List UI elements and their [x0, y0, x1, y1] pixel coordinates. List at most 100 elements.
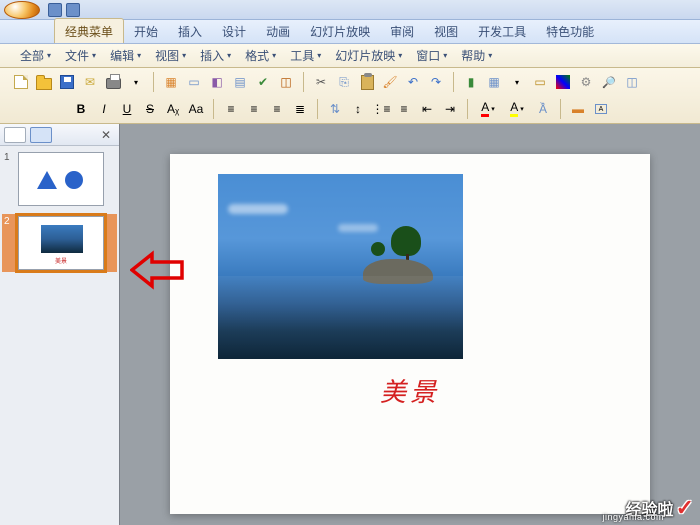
- picture-icon: ▭: [534, 75, 545, 89]
- theme-button[interactable]: ◫: [621, 71, 643, 93]
- highlight-button[interactable]: A▾: [503, 98, 531, 120]
- office-button[interactable]: [4, 1, 40, 19]
- colors-button[interactable]: [552, 71, 574, 93]
- font-color-button[interactable]: A▾: [474, 98, 502, 120]
- bullets-button[interactable]: ⋮≡: [370, 98, 392, 120]
- new-slide-button[interactable]: ▤: [229, 71, 251, 93]
- menu-format[interactable]: 格式▾: [239, 44, 282, 67]
- menu-all[interactable]: 全部▾: [14, 44, 57, 67]
- slide-canvas-area[interactable]: 美景: [120, 124, 700, 525]
- workspace: ✕ 1 2 美景: [0, 124, 700, 525]
- menu-tools[interactable]: 工具▾: [284, 44, 327, 67]
- layout-button[interactable]: ▦: [160, 71, 182, 93]
- title-bar: [0, 0, 700, 20]
- line-spacing-button[interactable]: ↕: [347, 98, 369, 120]
- line-spacing-icon: ↕: [355, 102, 361, 116]
- tab-special[interactable]: 特色功能: [536, 19, 604, 43]
- numbering-icon: ≡: [400, 102, 407, 116]
- text-direction-button[interactable]: ⇅: [324, 98, 346, 120]
- tab-slideshow[interactable]: 幻灯片放映: [300, 19, 380, 43]
- spellcheck-button[interactable]: ✔: [252, 71, 274, 93]
- indent-dec-button[interactable]: ⇤: [416, 98, 438, 120]
- clear-format-button[interactable]: Aᵪ: [162, 98, 184, 120]
- font-button[interactable]: Ầ: [532, 98, 554, 120]
- paste-button[interactable]: [356, 71, 378, 93]
- tab-design[interactable]: 设计: [212, 19, 256, 43]
- tab-review[interactable]: 审阅: [380, 19, 424, 43]
- change-case-button[interactable]: Aa: [185, 98, 207, 120]
- align-left-button[interactable]: ≡: [220, 98, 242, 120]
- tab-classic-menu[interactable]: 经典菜单: [54, 18, 124, 43]
- panel-tab-slides[interactable]: [4, 127, 26, 143]
- tab-start[interactable]: 开始: [124, 19, 168, 43]
- slide-image[interactable]: [218, 174, 463, 359]
- tab-insert[interactable]: 插入: [168, 19, 212, 43]
- copy-button[interactable]: ⎘: [333, 71, 355, 93]
- separator: [303, 72, 304, 92]
- menu-slideshow[interactable]: 幻灯片放映▾: [329, 44, 408, 67]
- picture-button[interactable]: ▭: [529, 71, 551, 93]
- slide-layout-button[interactable]: ▭: [183, 71, 205, 93]
- colors-icon: [556, 75, 570, 89]
- underline-button[interactable]: U: [116, 98, 138, 120]
- cut-icon: ✂: [316, 75, 326, 89]
- justify-button[interactable]: ≣: [289, 98, 311, 120]
- format-painter-button[interactable]: 🖌: [379, 71, 401, 93]
- menu-edit[interactable]: 编辑▾: [104, 44, 147, 67]
- textbox-button[interactable]: A: [590, 98, 612, 120]
- separator: [560, 99, 561, 119]
- slide-number: 2: [4, 216, 14, 270]
- slide-caption-text[interactable]: 美景: [170, 372, 650, 409]
- menu-file[interactable]: 文件▾: [59, 44, 102, 67]
- slide-preview[interactable]: [18, 152, 104, 206]
- redo-button[interactable]: ↷: [425, 71, 447, 93]
- strike-button[interactable]: S: [139, 98, 161, 120]
- zoom-button[interactable]: 🔎: [598, 71, 620, 93]
- menu-insert[interactable]: 插入▾: [194, 44, 237, 67]
- italic-button[interactable]: I: [93, 98, 115, 120]
- gear-button[interactable]: ⚙: [575, 71, 597, 93]
- chevron-down-icon: ▾: [92, 51, 96, 60]
- cut-button[interactable]: ✂: [310, 71, 332, 93]
- menu-view[interactable]: 视图▾: [149, 44, 192, 67]
- chart-button[interactable]: ▮: [460, 71, 482, 93]
- numbering-button[interactable]: ≡: [393, 98, 415, 120]
- new-button[interactable]: [10, 71, 32, 93]
- undo-button[interactable]: ↶: [402, 71, 424, 93]
- slide-thumbnail-2[interactable]: 2 美景: [2, 214, 117, 272]
- align-center-button[interactable]: ≡: [243, 98, 265, 120]
- slide-thumbnail-1[interactable]: 1: [4, 152, 115, 206]
- shape-fill-button[interactable]: ▬: [567, 98, 589, 120]
- toolbar: ✉ ▾ ▦ ▭ ◧ ▤ ✔ ◫ ✂ ⎘ 🖌 ↶ ↷ ▮ ▦ ▾ ▭: [0, 68, 700, 124]
- tab-developer[interactable]: 开发工具: [468, 19, 536, 43]
- table-button[interactable]: ▦: [483, 71, 505, 93]
- align-center-icon: ≡: [250, 102, 257, 116]
- layout-icon: ▦: [165, 75, 176, 89]
- open-button[interactable]: [33, 71, 55, 93]
- qat-item[interactable]: [48, 3, 62, 17]
- design-button[interactable]: ◧: [206, 71, 228, 93]
- textbox-icon: A: [595, 104, 607, 114]
- print-icon: [106, 78, 121, 89]
- slide-preview[interactable]: 美景: [18, 216, 104, 270]
- watermark-url: jingyanla.com: [602, 512, 664, 522]
- menu-window[interactable]: 窗口▾: [410, 44, 453, 67]
- panel-tab-outline[interactable]: [30, 127, 52, 143]
- print-dropdown[interactable]: ▾: [125, 71, 147, 93]
- tab-animation[interactable]: 动画: [256, 19, 300, 43]
- mail-button[interactable]: ✉: [79, 71, 101, 93]
- save-button[interactable]: [56, 71, 78, 93]
- indent-inc-button[interactable]: ⇥: [439, 98, 461, 120]
- bold-button[interactable]: B: [70, 98, 92, 120]
- table-dropdown[interactable]: ▾: [506, 71, 528, 93]
- align-right-button[interactable]: ≡: [266, 98, 288, 120]
- menu-help[interactable]: 帮助▾: [455, 44, 498, 67]
- panel-close-button[interactable]: ✕: [97, 126, 115, 144]
- research-button[interactable]: ◫: [275, 71, 297, 93]
- qat-item[interactable]: [66, 3, 80, 17]
- underline-icon: U: [123, 102, 132, 116]
- print-button[interactable]: [102, 71, 124, 93]
- menu-label: 工具: [290, 47, 314, 64]
- tab-view[interactable]: 视图: [424, 19, 468, 43]
- current-slide[interactable]: 美景: [170, 154, 650, 514]
